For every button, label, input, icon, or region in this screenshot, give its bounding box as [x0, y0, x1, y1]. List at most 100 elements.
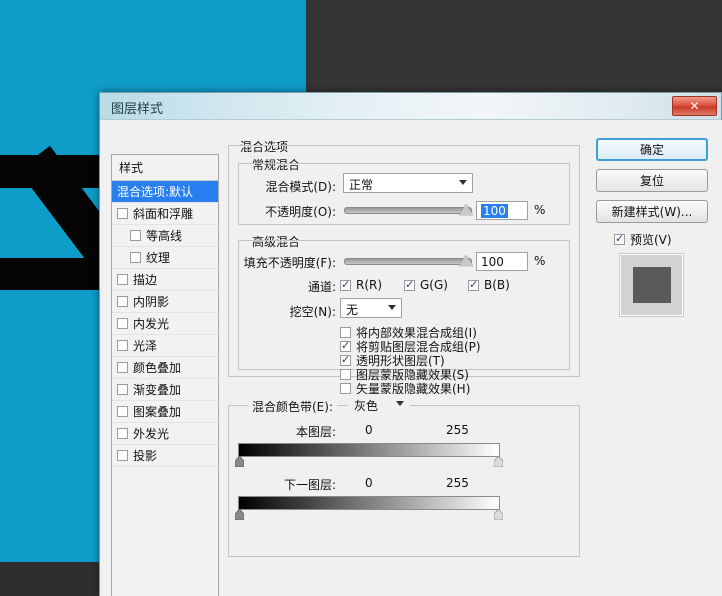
chevron-down-icon — [459, 180, 467, 185]
fill-opacity-input[interactable]: 100 — [476, 252, 528, 271]
chevron-down-icon — [388, 305, 396, 310]
preview-swatch — [633, 267, 671, 303]
blend-clipped-layers-checkbox[interactable] — [340, 341, 351, 352]
channel-g-label: G(G) — [420, 278, 448, 292]
style-item-drop-shadow[interactable]: 投影 — [112, 445, 218, 467]
style-item-label: 光泽 — [133, 337, 157, 354]
style-item-contour[interactable]: 等高线 — [112, 225, 218, 247]
this-layer-white-slider[interactable] — [494, 456, 503, 467]
style-checkbox[interactable] — [117, 274, 128, 285]
style-checkbox[interactable] — [117, 296, 128, 307]
opacity-slider-track[interactable] — [344, 207, 472, 214]
style-item-label: 等高线 — [146, 227, 182, 244]
underlying-layer-label: 下一图层: — [248, 476, 336, 493]
this-layer-max: 255 — [446, 423, 469, 437]
channel-b-label: B(B) — [484, 278, 510, 292]
fill-opacity-unit: % — [534, 254, 545, 268]
reset-button[interactable]: 复位 — [596, 169, 708, 192]
dialog-titlebar[interactable]: 图层样式 ✕ — [100, 93, 721, 120]
style-checkbox[interactable] — [117, 340, 128, 351]
blending-options-panel: 混合选项 常规混合 混合模式(D): 正常 不透明度(O): 100 % — [228, 138, 580, 596]
new-style-button[interactable]: 新建样式(W)... — [596, 200, 708, 223]
style-checkbox[interactable] — [117, 406, 128, 417]
this-layer-black-slider[interactable] — [235, 456, 244, 467]
chevron-down-icon — [396, 401, 404, 406]
blend-if-label: 混合颜色带(E): — [248, 398, 337, 415]
style-item-pattern-overlay[interactable]: 图案叠加 — [112, 401, 218, 423]
blend-mode-label: 混合模式(D): — [238, 178, 336, 195]
fill-opacity-slider-track[interactable] — [344, 258, 472, 265]
channel-b-checkbox[interactable] — [468, 280, 479, 291]
blend-interior-effects-checkbox[interactable] — [340, 327, 351, 338]
style-checkbox[interactable] — [130, 230, 141, 241]
style-item-stroke[interactable]: 描边 — [112, 269, 218, 291]
fill-opacity-slider-thumb[interactable] — [459, 255, 473, 266]
styles-list-panel[interactable]: 样式 混合选项:默认 斜面和浮雕 等高线 纹理 — [111, 154, 219, 596]
underlying-layer-white-slider[interactable] — [494, 509, 503, 520]
this-layer-gradient-bar[interactable] — [238, 443, 500, 457]
opacity-unit: % — [534, 203, 545, 217]
channel-r-checkbox[interactable] — [340, 280, 351, 291]
style-item-label: 颜色叠加 — [133, 359, 181, 376]
style-item-bevel-emboss[interactable]: 斜面和浮雕 — [112, 203, 218, 225]
ok-button[interactable]: 确定 — [596, 138, 708, 161]
transparency-shapes-layer-checkbox[interactable] — [340, 355, 351, 366]
underlying-layer-min: 0 — [365, 476, 373, 490]
style-checkbox[interactable] — [117, 362, 128, 373]
style-item-texture[interactable]: 纹理 — [112, 247, 218, 269]
style-item-gradient-overlay[interactable]: 渐变叠加 — [112, 379, 218, 401]
styles-list-header: 样式 — [112, 155, 218, 181]
preview-option[interactable]: 预览(V) — [614, 231, 712, 248]
channels-label: 通道: — [258, 278, 336, 295]
preview-label: 预览(V) — [630, 231, 672, 248]
channel-g-checkbox[interactable] — [404, 280, 415, 291]
style-item-label: 纹理 — [146, 249, 170, 266]
style-item-label: 投影 — [133, 447, 157, 464]
blend-if-channel-value: 灰色 — [354, 399, 378, 413]
underlying-layer-gradient-bar[interactable] — [238, 496, 500, 510]
channel-g-option[interactable]: G(G) — [404, 278, 448, 292]
opacity-slider-thumb[interactable] — [459, 204, 473, 215]
style-checkbox[interactable] — [117, 318, 128, 329]
style-item-label: 内发光 — [133, 315, 169, 332]
style-checkbox[interactable] — [117, 428, 128, 439]
opacity-value: 100 — [481, 204, 508, 218]
style-checkbox[interactable] — [117, 384, 128, 395]
style-item-label: 斜面和浮雕 — [133, 205, 193, 222]
style-checkbox[interactable] — [130, 252, 141, 263]
opacity-input[interactable]: 100 — [476, 201, 528, 220]
channel-r-option[interactable]: R(R) — [340, 278, 382, 292]
knockout-label: 挖空(N): — [258, 303, 336, 320]
style-checkbox[interactable] — [117, 208, 128, 219]
dialog-close-button[interactable]: ✕ — [672, 96, 717, 116]
underlying-layer-black-slider[interactable] — [235, 509, 244, 520]
style-item-inner-shadow[interactable]: 内阴影 — [112, 291, 218, 313]
knockout-value: 无 — [346, 303, 358, 317]
vector-mask-hides-effects-checkbox[interactable] — [340, 383, 351, 394]
style-item-label: 混合选项:默认 — [117, 183, 193, 200]
style-item-satin[interactable]: 光泽 — [112, 335, 218, 357]
style-item-label: 描边 — [133, 271, 157, 288]
style-item-blending-options[interactable]: 混合选项:默认 — [112, 181, 218, 203]
channel-r-label: R(R) — [356, 278, 382, 292]
dialog-title: 图层样式 — [111, 98, 163, 117]
style-item-color-overlay[interactable]: 颜色叠加 — [112, 357, 218, 379]
layer-mask-hides-effects-checkbox[interactable] — [340, 369, 351, 380]
blend-if-channel-select[interactable]: 灰色 — [348, 394, 410, 414]
style-item-label: 图案叠加 — [133, 403, 181, 420]
screen: 点按并拖移以沿想要的方向滚动图像。要 ……键。 « × 图层 通道 路径 ▾≡ … — [0, 0, 722, 596]
style-item-inner-glow[interactable]: 内发光 — [112, 313, 218, 335]
style-item-outer-glow[interactable]: 外发光 — [112, 423, 218, 445]
blend-mode-select[interactable]: 正常 — [343, 173, 473, 193]
opacity-label: 不透明度(O): — [238, 203, 336, 220]
layer-style-dialog[interactable]: 图层样式 ✕ 样式 混合选项:默认 斜面和浮雕 等高线 — [99, 92, 722, 596]
style-item-label: 渐变叠加 — [133, 381, 181, 398]
channel-b-option[interactable]: B(B) — [468, 278, 510, 292]
knockout-select[interactable]: 无 — [340, 298, 402, 318]
fill-opacity-label: 填充不透明度(F): — [228, 254, 336, 271]
blend-mode-value: 正常 — [349, 178, 373, 192]
preview-checkbox[interactable] — [614, 234, 625, 245]
style-checkbox[interactable] — [117, 450, 128, 461]
style-item-label: 外发光 — [133, 425, 169, 442]
style-item-label: 内阴影 — [133, 293, 169, 310]
